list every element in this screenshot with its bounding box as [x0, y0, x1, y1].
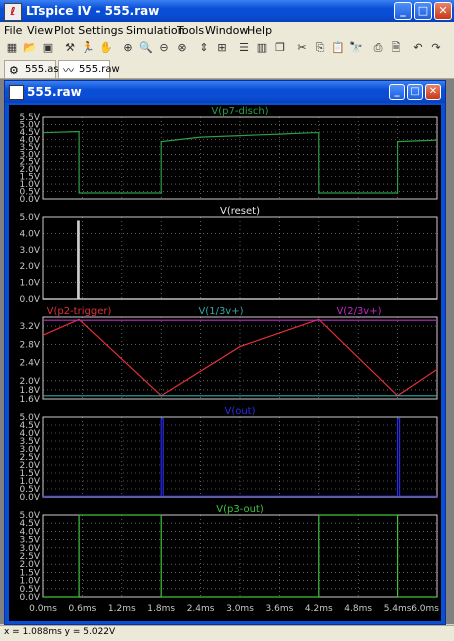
plot-close-button[interactable]: ✕	[425, 84, 441, 100]
legend-label-trigger: V(p2-trigger)	[47, 306, 112, 317]
legend-label-reset: V(reset)	[220, 206, 260, 217]
plot-minimize-button[interactable]: _	[389, 84, 405, 100]
y-tick-label: 1.6V	[20, 395, 41, 405]
waveform-plot-area[interactable]: 5.5V 5.0V 4.5V 4.0V 3.5V 3.0V 2.5V 2.0V 1.5V 1.0V…	[9, 105, 441, 621]
new-schematic-icon[interactable]: ▦	[4, 40, 20, 56]
redo-icon[interactable]: ↷	[428, 40, 444, 56]
x-tick-label: 5.4ms	[384, 604, 412, 614]
y-tick-label: 0.0V	[20, 295, 41, 305]
waveform-icon: 〰	[63, 64, 74, 77]
status-bar: x = 1.088ms y = 5.022V	[0, 625, 454, 641]
x-tick-label: 3.6ms	[266, 604, 294, 614]
x-tick-label: 1.2ms	[108, 604, 136, 614]
cursor-readout: x = 1.088ms y = 5.022V	[4, 627, 116, 637]
print-preview-icon[interactable]: 🗎	[388, 40, 404, 56]
close-button[interactable]: ✕	[434, 2, 452, 20]
pane-p3out: 5.0V4.5V4.0V3.5V3.0V2.5V2.0V1.5V1.0V0.5V…	[20, 504, 438, 603]
y-tick-label: 2.8V	[20, 340, 41, 350]
y-tick-label: 3.2V	[20, 322, 41, 332]
series-line-reset	[43, 220, 437, 300]
y-tick-label: 2.4V	[20, 359, 41, 369]
undo-icon[interactable]: ↶	[410, 40, 426, 56]
y-tick-label: 0.0V	[20, 593, 41, 603]
series-line-disch	[42, 131, 438, 194]
x-tick-label: 3.0ms	[226, 604, 254, 614]
tab-555-asc[interactable]: ⚙ 555.asc	[4, 60, 64, 78]
y-tick-label: 1.0V	[20, 279, 41, 289]
halt-icon[interactable]: ✋	[98, 40, 114, 56]
paste-icon[interactable]: 📋	[330, 40, 346, 56]
pane-trigger: 3.2V2.8V2.4V2.0V1.8V1.6VV(p2-trigger) V(1…	[20, 306, 438, 405]
x-tick-label: 2.4ms	[187, 604, 215, 614]
autorange-icon[interactable]: ⇕	[196, 40, 212, 56]
tile-horizontal-icon[interactable]: ☰	[236, 40, 252, 56]
print-icon[interactable]: ⎙	[370, 40, 386, 56]
menu-tools[interactable]: Tools	[177, 24, 204, 37]
y-tick-label: 5.0V	[20, 213, 41, 223]
save-icon[interactable]: ▣	[40, 40, 56, 56]
cascade-icon[interactable]: ❐	[272, 40, 288, 56]
ltspice-logo-icon: ℓ	[4, 3, 22, 21]
title-bar: ℓ LTspice IV - 555.raw _ □ ✕	[0, 0, 454, 22]
grid-icon[interactable]: ⊞	[214, 40, 230, 56]
y-tick-label: 4.0V	[20, 229, 41, 239]
cut-icon[interactable]: ✂	[294, 40, 310, 56]
menu-help[interactable]: Help	[247, 24, 272, 37]
menu-simulation[interactable]: Simulation	[126, 24, 185, 37]
y-tick-label: 3.0V	[20, 246, 41, 256]
plot-maximize-button[interactable]: □	[407, 84, 423, 100]
open-icon[interactable]: 📂	[22, 40, 38, 56]
y-tick-label: 0.0V	[20, 195, 41, 205]
find-icon[interactable]: 🔭	[348, 40, 364, 56]
y-tick-label: 0.0V	[20, 493, 41, 503]
zoom-fit-icon[interactable]: ⊖	[156, 40, 172, 56]
cancel-zoom-icon[interactable]: ⊗	[174, 40, 190, 56]
window-title: LTspice IV - 555.raw	[26, 4, 160, 18]
y-tick-label: 2.0V	[20, 262, 41, 272]
x-tick-label: 1.8ms	[147, 604, 175, 614]
menu-view[interactable]: View	[27, 24, 53, 37]
x-tick-label: 4.2ms	[305, 604, 333, 614]
pane-out: 5.0V4.5V4.0V3.5V3.0V2.5V2.0V1.5V1.0V0.5V…	[20, 406, 438, 503]
menu-plot-settings[interactable]: Plot Settings	[54, 24, 123, 37]
plot-window: 555.raw _ □ ✕ 5.5V 5.0V 4.5V 4.0V 3.5V 3.0V 2.…	[4, 80, 446, 625]
menu-file[interactable]: File	[4, 24, 22, 37]
minimize-button[interactable]: _	[394, 2, 412, 20]
pane-reset: 5.0V 4.0V 3.0V 2.0V 1.0V 0.0V V(reset)	[20, 206, 438, 305]
zoom-in-icon[interactable]: ⊕	[120, 40, 136, 56]
run-icon[interactable]: 🏃	[80, 40, 96, 56]
plot-title-bar: 555.raw _ □ ✕	[5, 81, 445, 103]
x-tick-label: 6.0ms	[411, 604, 439, 614]
tab-label: 555.raw	[79, 64, 120, 75]
copy-icon[interactable]: ⎘	[312, 40, 328, 56]
x-tick-label: 0.6ms	[69, 604, 97, 614]
toolbar: ▦ 📂 ▣ ⚒ 🏃 ✋ ⊕ 🔍 ⊖ ⊗ ⇕ ⊞ ☰ ▥ ❐ ✂ ⎘ 📋 🔭 ⎙ …	[0, 38, 454, 59]
legend-label-disch: V(p7-disch)	[211, 106, 268, 117]
document-tabs: ⚙ 555.asc 〰 555.raw	[0, 58, 454, 79]
schematic-icon: ⚙	[9, 64, 19, 77]
zoom-out-icon[interactable]: 🔍	[138, 40, 154, 56]
control-panel-icon[interactable]: ⚒	[62, 40, 78, 56]
menu-window[interactable]: Window	[205, 24, 248, 37]
legend-label-third: V(1/3v+)	[198, 306, 243, 317]
tile-vertical-icon[interactable]: ▥	[254, 40, 270, 56]
legend-label-p3out: V(p3-out)	[216, 504, 264, 515]
pane-disch: 5.5V5.0V4.5V4.0V3.5V3.0V2.5V2.0V1.5V1.0V…	[20, 106, 438, 205]
legend-label-two_third: V(2/3v+)	[336, 306, 381, 317]
x-tick-label: 4.8ms	[344, 604, 372, 614]
tab-555-raw[interactable]: 〰 555.raw	[58, 60, 120, 78]
menu-bar: File View Plot Settings Simulation Tools…	[0, 22, 454, 38]
waveform-chart[interactable]: 5.5V5.0V4.5V4.0V3.5V3.0V2.5V2.0V1.5V1.0V…	[9, 105, 441, 621]
plot-window-title: 555.raw	[27, 85, 82, 99]
maximize-button[interactable]: □	[414, 2, 432, 20]
x-tick-label: 0.0ms	[29, 604, 57, 614]
legend-label-out: V(out)	[224, 406, 255, 417]
waveform-icon	[9, 85, 24, 100]
